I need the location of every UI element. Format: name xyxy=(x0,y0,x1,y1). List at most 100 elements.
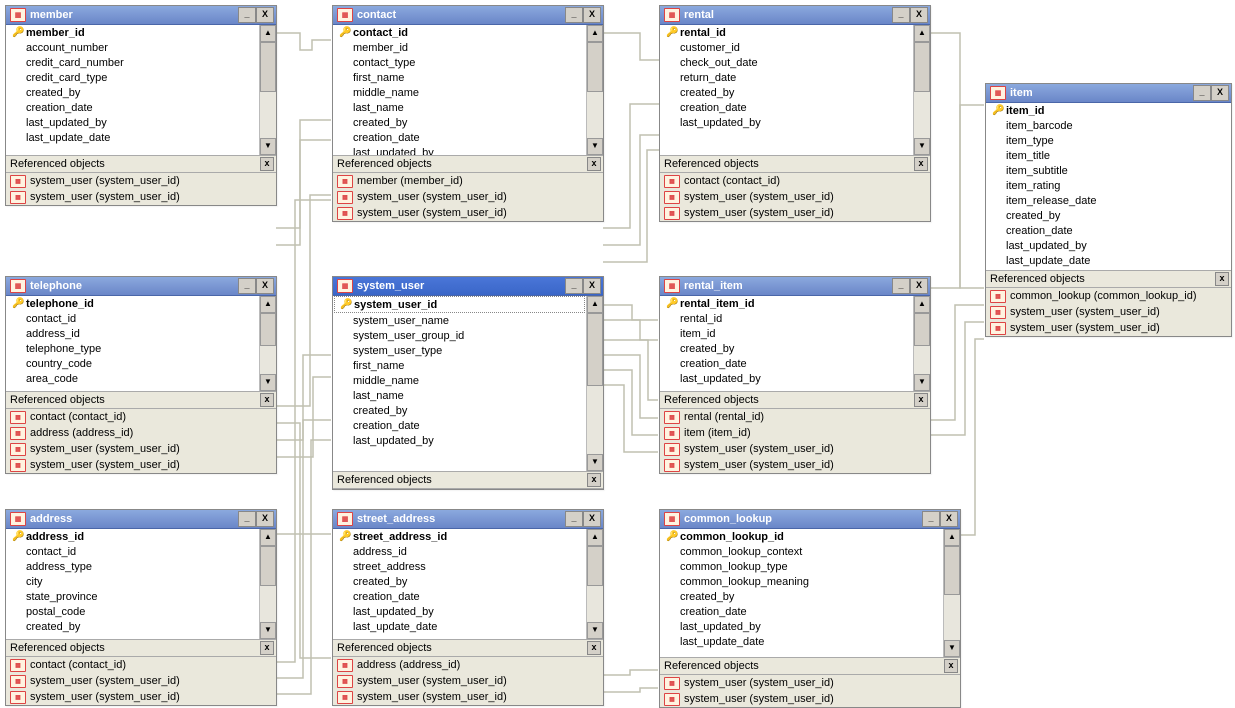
column-row[interactable]: •last_updated_by xyxy=(333,433,586,448)
table-window-system_user[interactable]: ▦system_user_X🔑system_user_id•system_use… xyxy=(332,276,604,490)
column-row[interactable]: •item_subtitle xyxy=(986,163,1231,178)
referenced-object-row[interactable]: ▦system_user (system_user_id) xyxy=(660,691,960,707)
close-panel-button[interactable]: x xyxy=(587,641,601,655)
column-row[interactable]: 🔑contact_id xyxy=(333,25,586,40)
scroll-track[interactable] xyxy=(587,313,603,454)
close-button[interactable]: X xyxy=(1211,85,1229,101)
referenced-object-row[interactable]: ▦common_lookup (common_lookup_id) xyxy=(986,288,1231,304)
column-row[interactable]: •common_lookup_type xyxy=(660,559,943,574)
column-row[interactable]: 🔑rental_id xyxy=(660,25,913,40)
referenced-object-row[interactable]: ▦system_user (system_user_id) xyxy=(660,441,930,457)
titlebar[interactable]: ▦system_user_X xyxy=(333,277,603,296)
column-row[interactable]: •creation_date xyxy=(6,100,259,115)
vertical-scrollbar[interactable]: ▲▼ xyxy=(259,529,276,639)
column-row[interactable]: 🔑system_user_id xyxy=(334,296,585,313)
column-row[interactable]: 🔑rental_item_id xyxy=(660,296,913,311)
scroll-down-arrow-icon[interactable]: ▼ xyxy=(944,640,960,657)
column-row[interactable]: •system_user_name xyxy=(333,313,586,328)
referenced-object-row[interactable]: ▦contact (contact_id) xyxy=(6,409,276,425)
column-row[interactable]: •street_address xyxy=(333,559,586,574)
vertical-scrollbar[interactable]: ▲▼ xyxy=(259,25,276,155)
referenced-object-row[interactable]: ▦system_user (system_user_id) xyxy=(6,441,276,457)
scroll-up-arrow-icon[interactable]: ▲ xyxy=(260,296,276,313)
scroll-thumb[interactable] xyxy=(587,546,603,586)
column-row[interactable]: •creation_date xyxy=(333,418,586,433)
column-row[interactable]: •creation_date xyxy=(986,223,1231,238)
minimize-button[interactable]: _ xyxy=(238,511,256,527)
column-row[interactable]: •last_update_date xyxy=(6,130,259,145)
table-window-contact[interactable]: ▦contact_X🔑contact_id•member_id•contact_… xyxy=(332,5,604,222)
referenced-object-row[interactable]: ▦system_user (system_user_id) xyxy=(6,457,276,473)
referenced-object-row[interactable]: ▦system_user (system_user_id) xyxy=(660,189,930,205)
column-row[interactable]: •last_update_date xyxy=(333,619,586,634)
scroll-up-arrow-icon[interactable]: ▲ xyxy=(260,25,276,42)
table-window-address[interactable]: ▦address_X🔑address_id•contact_id•address… xyxy=(5,509,277,706)
close-panel-button[interactable]: x xyxy=(587,157,601,171)
column-row[interactable]: •created_by xyxy=(6,85,259,100)
column-row[interactable]: •address_id xyxy=(333,544,586,559)
column-row[interactable]: •created_by xyxy=(333,115,586,130)
column-row[interactable]: •contact_id xyxy=(6,311,259,326)
column-row[interactable]: •state_province xyxy=(6,589,259,604)
column-row[interactable]: •creation_date xyxy=(333,589,586,604)
column-row[interactable]: •middle_name xyxy=(333,85,586,100)
close-button[interactable]: X xyxy=(256,278,274,294)
column-row[interactable]: •item_type xyxy=(986,133,1231,148)
referenced-object-row[interactable]: ▦system_user (system_user_id) xyxy=(660,675,960,691)
scroll-track[interactable] xyxy=(914,313,930,374)
column-row[interactable]: •first_name xyxy=(333,70,586,85)
column-row[interactable]: •created_by xyxy=(333,574,586,589)
column-row[interactable]: •created_by xyxy=(660,589,943,604)
referenced-object-row[interactable]: ▦system_user (system_user_id) xyxy=(986,320,1231,336)
close-panel-button[interactable]: x xyxy=(944,659,958,673)
scroll-down-arrow-icon[interactable]: ▼ xyxy=(587,138,603,155)
referenced-object-row[interactable]: ▦system_user (system_user_id) xyxy=(660,457,930,473)
minimize-button[interactable]: _ xyxy=(238,278,256,294)
close-button[interactable]: X xyxy=(583,7,601,23)
table-window-member[interactable]: ▦member_X🔑member_id•account_number•credi… xyxy=(5,5,277,206)
referenced-object-row[interactable]: ▦system_user (system_user_id) xyxy=(333,205,603,221)
column-row[interactable]: •last_updated_by xyxy=(986,238,1231,253)
scroll-thumb[interactable] xyxy=(587,42,603,92)
referenced-object-row[interactable]: ▦rental (rental_id) xyxy=(660,409,930,425)
titlebar[interactable]: ▦address_X xyxy=(6,510,276,529)
column-row[interactable]: •last_updated_by xyxy=(333,145,586,155)
column-row[interactable]: •member_id xyxy=(333,40,586,55)
table-window-telephone[interactable]: ▦telephone_X🔑telephone_id•contact_id•add… xyxy=(5,276,277,474)
vertical-scrollbar[interactable]: ▲▼ xyxy=(913,25,930,155)
close-panel-button[interactable]: x xyxy=(587,473,601,487)
column-row[interactable]: •creation_date xyxy=(660,100,913,115)
table-window-common_lookup[interactable]: ▦common_lookup_X🔑common_lookup_id•common… xyxy=(659,509,961,708)
referenced-object-row[interactable]: ▦system_user (system_user_id) xyxy=(660,205,930,221)
scroll-down-arrow-icon[interactable]: ▼ xyxy=(587,454,603,471)
referenced-object-row[interactable]: ▦system_user (system_user_id) xyxy=(333,189,603,205)
titlebar[interactable]: ▦street_address_X xyxy=(333,510,603,529)
vertical-scrollbar[interactable]: ▲▼ xyxy=(586,25,603,155)
referenced-object-row[interactable]: ▦system_user (system_user_id) xyxy=(986,304,1231,320)
column-row[interactable]: •check_out_date xyxy=(660,55,913,70)
column-row[interactable]: •contact_id xyxy=(6,544,259,559)
scroll-thumb[interactable] xyxy=(260,546,276,586)
scroll-track[interactable] xyxy=(944,546,960,640)
column-row[interactable]: 🔑street_address_id xyxy=(333,529,586,544)
scroll-up-arrow-icon[interactable]: ▲ xyxy=(914,296,930,313)
close-panel-button[interactable]: x xyxy=(260,393,274,407)
column-row[interactable]: •credit_card_type xyxy=(6,70,259,85)
column-row[interactable]: •created_by xyxy=(660,341,913,356)
referenced-object-row[interactable]: ▦address (address_id) xyxy=(333,657,603,673)
scroll-down-arrow-icon[interactable]: ▼ xyxy=(260,374,276,391)
close-button[interactable]: X xyxy=(256,511,274,527)
scroll-up-arrow-icon[interactable]: ▲ xyxy=(260,529,276,546)
column-row[interactable]: •common_lookup_context xyxy=(660,544,943,559)
titlebar[interactable]: ▦rental_item_X xyxy=(660,277,930,296)
close-button[interactable]: X xyxy=(256,7,274,23)
close-button[interactable]: X xyxy=(910,7,928,23)
column-row[interactable]: •country_code xyxy=(6,356,259,371)
scroll-up-arrow-icon[interactable]: ▲ xyxy=(944,529,960,546)
column-row[interactable]: •creation_date xyxy=(660,604,943,619)
column-row[interactable]: •middle_name xyxy=(333,373,586,388)
close-panel-button[interactable]: x xyxy=(914,157,928,171)
table-window-rental_item[interactable]: ▦rental_item_X🔑rental_item_id•rental_id•… xyxy=(659,276,931,474)
referenced-object-row[interactable]: ▦system_user (system_user_id) xyxy=(6,673,276,689)
column-row[interactable]: •account_number xyxy=(6,40,259,55)
